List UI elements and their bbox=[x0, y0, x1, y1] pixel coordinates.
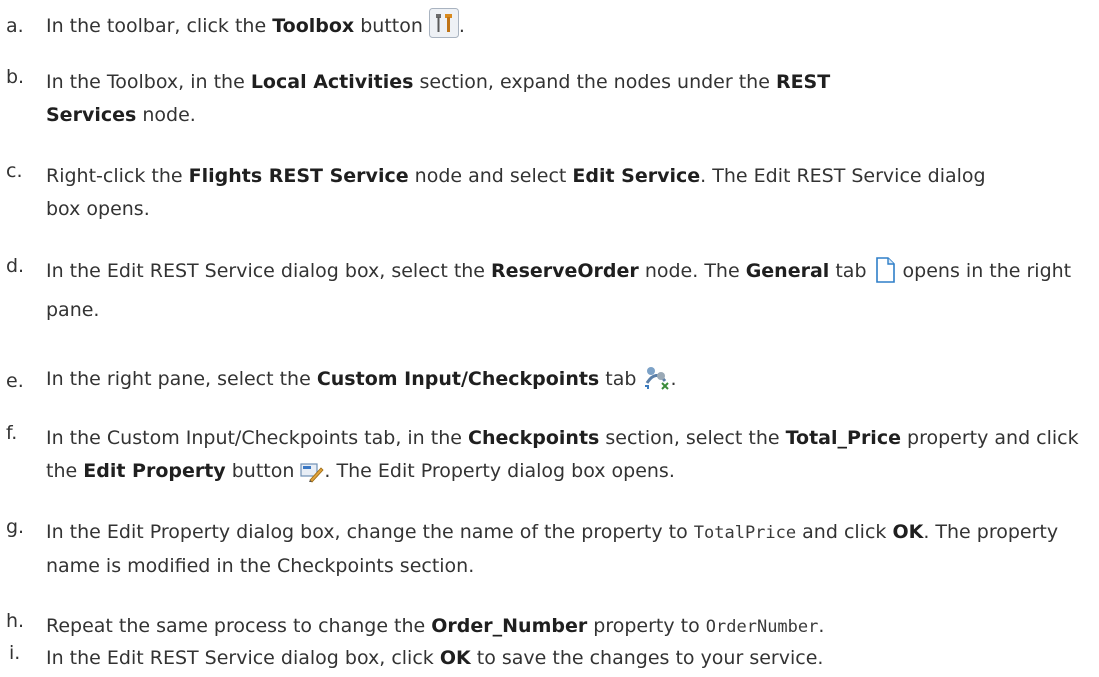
step-text-part: button bbox=[354, 15, 423, 37]
step-letter: d. bbox=[6, 255, 25, 277]
ok-label: OK bbox=[892, 521, 924, 543]
ok-label: OK bbox=[439, 647, 471, 669]
step-text: In the toolbar, click the Toolbox button… bbox=[46, 8, 1086, 49]
document-icon bbox=[873, 257, 897, 294]
step-text-part: node and select bbox=[408, 165, 573, 187]
step-letter: e. bbox=[6, 370, 24, 392]
step-letter: a. bbox=[6, 15, 24, 37]
step-text: In the Custom Input/Checkpoints tab, in … bbox=[46, 422, 1091, 494]
step-text-part: In the Edit REST Service dialog box, cli… bbox=[46, 647, 440, 669]
step-text-part: In the Toolbox, in the bbox=[46, 71, 251, 93]
total-price-label: Total_Price bbox=[785, 427, 901, 449]
step-text-part: node. bbox=[136, 104, 196, 126]
general-label: General bbox=[745, 260, 830, 282]
step-text-part: and click bbox=[796, 521, 893, 543]
reserve-order-label: ReserveOrder bbox=[491, 260, 639, 282]
step-text: In the Toolbox, in the Local Activities … bbox=[46, 66, 906, 132]
edit-service-label: Edit Service bbox=[572, 165, 701, 187]
total-price-code: TotalPrice bbox=[693, 523, 797, 543]
step-text-part: In the right pane, select the bbox=[46, 368, 317, 390]
step-text: In the Edit Property dialog box, change … bbox=[46, 516, 1091, 583]
step-text-part: In the Edit REST Service dialog box, sel… bbox=[46, 260, 492, 282]
step-letter: g. bbox=[6, 516, 25, 538]
step-letter: f. bbox=[6, 422, 18, 444]
step-text: Repeat the same process to change the Or… bbox=[46, 610, 1086, 644]
step-text: Right-click the Flights REST Service nod… bbox=[46, 160, 996, 226]
custom-input-checkpoints-label: Custom Input/Checkpoints bbox=[316, 368, 600, 390]
step-text-part: . bbox=[670, 368, 677, 390]
checkpoint-icon bbox=[642, 363, 670, 402]
local-activities-label: Local Activities bbox=[250, 71, 414, 93]
step-text: In the Edit REST Service dialog box, sel… bbox=[46, 255, 1091, 327]
step-text-part: In the Edit Property dialog box, change … bbox=[46, 521, 694, 543]
step-text-part: . The Edit Property dialog box opens. bbox=[324, 460, 675, 482]
step-text: In the right pane, select the Custom Inp… bbox=[46, 363, 1086, 402]
step-letter: i. bbox=[9, 642, 21, 664]
step-text-part: Right-click the bbox=[46, 165, 189, 187]
step-text: In the Edit REST Service dialog box, cli… bbox=[46, 642, 1086, 675]
step-text-part: node. The bbox=[638, 260, 746, 282]
step-text-part: section, expand the nodes under the bbox=[413, 71, 776, 93]
order-number-code: OrderNumber bbox=[705, 617, 819, 637]
edit-property-icon bbox=[300, 461, 324, 494]
order-number-label: Order_Number bbox=[431, 615, 588, 637]
step-letter: b. bbox=[6, 66, 25, 88]
flights-rest-service-label: Flights REST Service bbox=[188, 165, 409, 187]
step-text-part: In the toolbar, click the bbox=[46, 15, 273, 37]
step-text-part: In the Custom Input/Checkpoints tab, in … bbox=[46, 427, 468, 449]
checkpoints-label: Checkpoints bbox=[468, 427, 600, 449]
step-text-part: section, select the bbox=[599, 427, 786, 449]
step-letter: h. bbox=[6, 610, 25, 632]
step-text-part: button bbox=[225, 460, 295, 482]
step-text-part: property to bbox=[587, 615, 706, 637]
step-text-part: . bbox=[458, 15, 465, 37]
step-letter: c. bbox=[6, 160, 23, 182]
step-text-part: tab bbox=[829, 260, 867, 282]
step-text-part: . bbox=[818, 615, 825, 637]
step-text-part: tab bbox=[599, 368, 637, 390]
edit-property-label: Edit Property bbox=[83, 460, 226, 482]
toolbox-icon bbox=[428, 8, 459, 49]
step-text-part: Repeat the same process to change the bbox=[46, 615, 432, 637]
step-text-part: to save the changes to your service. bbox=[470, 647, 824, 669]
toolbox-label: Toolbox bbox=[272, 15, 355, 37]
